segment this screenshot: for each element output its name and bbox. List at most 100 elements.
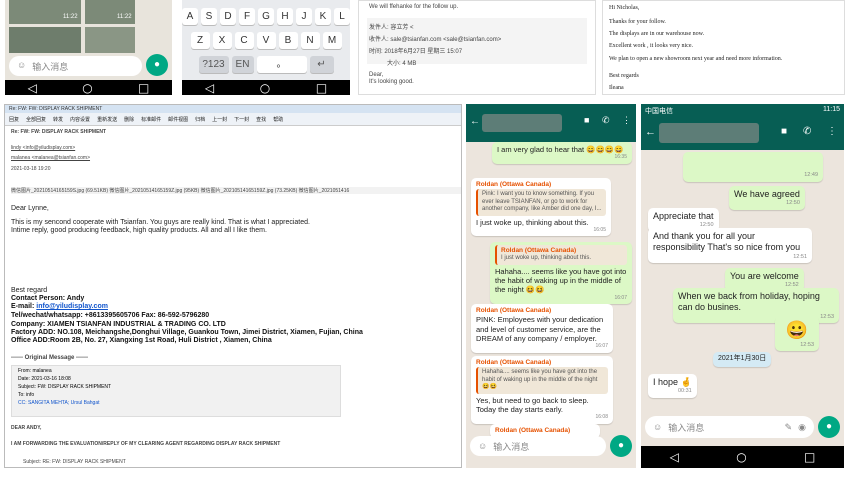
back-icon[interactable]: ◁ [205,81,214,95]
sender-name: Roldan (Ottawa Canada) [476,181,552,188]
microphone-icon[interactable]: ● [146,54,168,76]
avatar[interactable] [482,114,562,132]
message-input[interactable]: ☺ 输入消息 [9,56,142,76]
toolbar-button[interactable]: 回复 [9,116,19,123]
toolbar-button[interactable]: 归档 [195,116,205,123]
keyboard-key[interactable]: V [256,32,276,49]
image-thumbnail[interactable] [9,27,81,53]
keyboard-key[interactable]: H [277,8,293,25]
quoted-message: Hahaha.... seems like you have got into … [476,367,608,394]
message-incoming[interactable]: Roldan (Ottawa Canada) Hahaha.... seems … [471,356,613,424]
image-thumbnail[interactable] [85,27,135,53]
message-time: 16:08 [595,414,608,421]
keyboard-key[interactable]: 。 [256,56,307,73]
message-incoming[interactable]: Roldan (Ottawa Canada) Pink: I want you … [471,178,611,237]
emoji-icon[interactable]: ☺ [478,441,487,451]
image-message[interactable]: 12:49 [683,152,823,182]
call-icon[interactable]: ✆ [803,126,811,137]
menu-icon[interactable]: ⋮ [827,126,837,137]
input-placeholder: 输入消息 [668,422,705,433]
keyboard-key[interactable]: ?123 [198,56,229,73]
attach-icon[interactable]: ✎ [785,422,793,433]
keyboard-key[interactable]: M [322,32,342,49]
keyboard-key[interactable]: A [182,8,198,25]
microphone-icon[interactable]: ● [610,435,632,457]
video-call-icon[interactable]: ■ [584,115,589,125]
video-call-icon[interactable]: ■ [781,126,787,137]
keyboard-key[interactable]: G [258,8,274,25]
message-time: 12:49 [804,172,818,179]
message-outgoing[interactable]: 😀 12:53 [775,316,819,352]
email-to[interactable]: malanea <malanea@tsianfan.com> [11,155,90,161]
back-arrow-icon[interactable]: ← [645,126,656,138]
keyboard-key[interactable]: F [239,8,255,25]
call-icon[interactable]: ✆ [602,115,610,126]
keyboard-key[interactable]: B [278,32,298,49]
email-from[interactable]: lindy <info@yiludisplay.com> [11,145,75,151]
toolbar-button[interactable]: 下一封 [234,116,249,123]
quoted-message: Roldan (Ottawa Canada) I just woke up, t… [495,245,627,265]
email-dear: Dear, [369,72,384,78]
keyboard-row: ZXCVBNM [182,32,350,49]
keyboard-key[interactable]: L [334,8,350,25]
input-placeholder: 输入消息 [32,62,69,72]
toolbar-button[interactable]: 邮件视图 [168,116,188,123]
back-icon[interactable]: ◁ [28,81,37,95]
message-text: And thank you for all your responsibilit… [653,231,801,253]
email-snippet: We will ffehanke for the follow up. 发件人:… [358,0,596,95]
toolbar-button[interactable]: 内容设置 [70,116,90,123]
toolbar-button[interactable]: 转发 [53,116,63,123]
keyboard-key[interactable]: D [220,8,236,25]
menu-icon[interactable]: ⋮ [622,115,631,126]
message-outgoing[interactable]: I am very glad to hear that 😄😄😄😄 16:35 [492,142,632,164]
message-input[interactable]: ☺ 输入消息 [470,436,606,456]
keyboard-key[interactable]: K [315,8,331,25]
keyboard-key[interactable]: J [296,8,312,25]
keyboard-key[interactable]: N [300,32,320,49]
letter-greeting: Hi Nicholas, [609,5,640,11]
keyboard-key[interactable]: Z [190,32,210,49]
message-text: Yes, but need to go back to sleep. Today… [476,395,589,414]
home-icon[interactable]: ○ [736,450,746,464]
message-outgoing[interactable]: We have agreed 12:50 [729,186,805,211]
letter-line: Ileana [609,85,624,91]
image-thumbnail[interactable] [85,0,135,24]
message-incoming[interactable]: Roldan (Ottawa Canada) PINK: Employees w… [471,304,613,353]
keyboard-key[interactable]: EN [231,56,254,73]
toolbar-button[interactable]: 标准邮件 [141,116,161,123]
emoji-icon[interactable]: ☺ [17,60,26,72]
recents-icon[interactable]: □ [138,81,149,95]
letter-line: Best regards [609,73,639,79]
toolbar-button[interactable]: 查找 [256,116,266,123]
home-icon[interactable]: ○ [260,81,270,95]
message-outgoing[interactable]: Roldan (Ottawa Canada) I just woke up, t… [490,242,632,304]
microphone-icon[interactable]: ● [818,416,840,438]
emoji-icon[interactable]: ☺ [653,422,662,432]
message-time: 00:31 [677,388,692,395]
keyboard-key[interactable]: X [212,32,232,49]
signature-email-link[interactable]: info@yiludisplay.com [36,303,108,310]
camera-icon[interactable]: ◉ [798,422,806,433]
keyboard-key[interactable]: S [201,8,217,25]
toolbar-button[interactable]: 删除 [124,116,134,123]
recents-icon[interactable]: □ [316,81,327,95]
message-time: 16:07 [595,343,608,350]
toolbar-button[interactable]: 上一封 [212,116,227,123]
toolbar-button[interactable]: 全部回复 [26,116,46,123]
letter-line: Excellent work , it looks very nice. [609,43,693,49]
toolbar-button[interactable]: 重新发送 [97,116,117,123]
attachment-list[interactable]: 微信图片_20210514165159S.jpg (69.51KB) 微信图片_… [11,187,461,194]
email-subject: Re: FW: FW: DISPLAY RACK SHIPMENT [11,129,107,135]
toolbar-button[interactable]: 帮助 [273,116,283,123]
message-incoming[interactable]: I hope 🤞 00:31 [648,374,697,399]
message-input[interactable]: ☺ 输入消息 ✎ ◉ [645,416,814,438]
back-arrow-icon[interactable]: ← [470,116,480,127]
keyboard-key[interactable]: C [234,32,254,49]
message-incoming[interactable]: And thank you for all your responsibilit… [648,228,812,264]
recents-icon[interactable]: □ [804,450,815,464]
home-icon[interactable]: ○ [82,81,92,95]
image-thumbnail[interactable] [9,0,81,24]
keyboard-key[interactable]: ↵ [309,56,334,73]
avatar[interactable] [659,123,759,143]
back-icon[interactable]: ◁ [670,450,679,464]
